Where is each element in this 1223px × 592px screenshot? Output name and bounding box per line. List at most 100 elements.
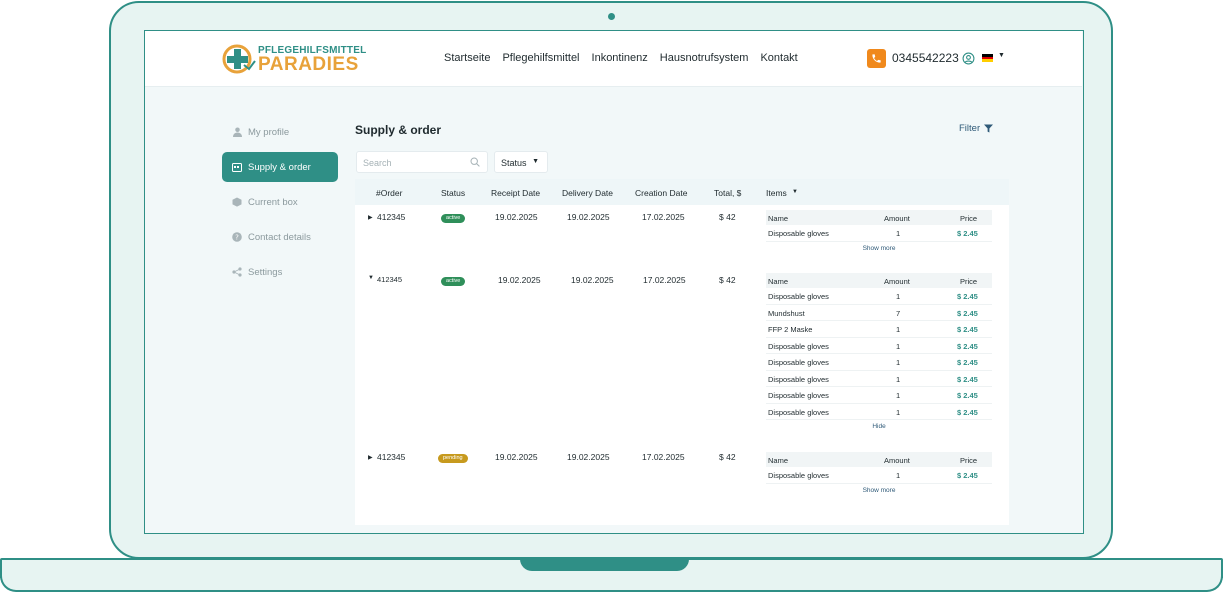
item-name: Disposable gloves	[768, 341, 829, 351]
item-price: $ 2.45	[957, 358, 978, 367]
col-total: Total, $	[714, 188, 742, 198]
item-price: $ 2.45	[957, 308, 978, 318]
col-status: Status	[441, 188, 466, 198]
order-id: 412345	[377, 452, 406, 462]
creation-date: 17.02.2025	[642, 452, 685, 462]
sidebar-item-my-profile[interactable]: My profile	[222, 117, 338, 147]
status-dropdown[interactable]: Status ▼	[494, 151, 548, 173]
sidebar-item-current-box[interactable]: Current box	[222, 187, 338, 217]
sidebar-item-label: Supply & order	[248, 161, 311, 173]
col-items[interactable]: Items	[766, 188, 787, 198]
item-amount: 1	[896, 407, 901, 417]
items-col-price: Price	[960, 456, 978, 465]
hide-link[interactable]: Hide	[766, 423, 992, 430]
item-price: $ 2.45	[957, 341, 978, 351]
items-col-name: Name	[768, 214, 789, 223]
item-price: $ 2.45	[957, 471, 978, 480]
item-price: $ 2.45	[957, 229, 978, 238]
item-name: Disposable gloves	[768, 292, 829, 301]
item-price: $ 2.45	[957, 292, 978, 301]
filter-label: Filter	[959, 123, 981, 134]
search-icon[interactable]	[470, 157, 480, 167]
item-price: $ 2.45	[957, 374, 978, 384]
item-name: Disposable gloves	[768, 471, 829, 480]
account-icon[interactable]	[962, 52, 975, 65]
logo-main-text: PARADIES	[258, 54, 359, 75]
delivery-date: 19.02.2025	[571, 275, 614, 285]
user-icon	[232, 127, 242, 137]
receipt-date: 19.02.2025	[495, 212, 538, 222]
phone-number[interactable]: 0345542223	[892, 51, 959, 65]
phone-button[interactable]	[867, 49, 886, 68]
item-row: Disposable gloves 1 $ 2.45	[766, 371, 992, 387]
nav-hausnotrufsystem[interactable]: Hausnotrufsystem	[660, 52, 749, 64]
screen: PFLEGEHILFSMITTEL PARADIES Startseite Pf…	[144, 30, 1084, 534]
collapse-row-icon[interactable]: ▼	[368, 275, 374, 281]
show-more-link[interactable]: Show more	[766, 487, 992, 494]
col-order: #Order	[376, 188, 403, 198]
nav-kontakt[interactable]: Kontakt	[760, 52, 797, 64]
item-row: FFP 2 Maske 1 $ 2.45	[766, 321, 992, 338]
col-delivery-date: Delivery Date	[562, 188, 614, 198]
item-amount: 1	[896, 391, 901, 400]
item-amount: 1	[896, 292, 901, 301]
order-total: $ 42	[719, 452, 736, 462]
items-col-amount: Amount	[884, 456, 910, 465]
item-amount: 1	[896, 341, 901, 351]
sidebar-item-settings[interactable]: Settings	[222, 257, 338, 287]
item-price: $ 2.45	[957, 325, 978, 334]
site-header: PFLEGEHILFSMITTEL PARADIES Startseite Pf…	[145, 31, 1082, 87]
col-creation-date: Creation Date	[635, 188, 688, 198]
search-input[interactable]: Search	[356, 151, 488, 173]
orders-table: #Order Status Receipt Date Delivery Date…	[355, 179, 1009, 525]
phone-icon	[872, 54, 881, 63]
expand-row-icon[interactable]: ▶	[368, 214, 373, 221]
item-row: Mundshust 7 $ 2.45	[766, 305, 992, 321]
nav-pflegehilfsmittel[interactable]: Pflegehilfsmittel	[502, 52, 579, 64]
order-total: $ 42	[719, 275, 736, 285]
account-sidebar: My profile Supply & order Current box ? …	[222, 117, 338, 292]
main-nav: Startseite Pflegehilfsmittel Inkontinenz…	[444, 52, 798, 64]
sidebar-item-supply-order[interactable]: Supply & order	[222, 152, 338, 182]
item-row: Disposable gloves 1 $ 2.45	[766, 387, 992, 404]
item-amount: 1	[896, 471, 901, 480]
items-header: Name Amount Price	[766, 452, 992, 467]
item-row: Disposable gloves 1 $ 2.45	[766, 404, 992, 420]
item-name: Disposable gloves	[768, 358, 829, 367]
item-name: Disposable gloves	[768, 229, 829, 238]
item-row: Disposable gloves 1 $ 2.45	[766, 225, 992, 242]
expand-row-icon[interactable]: ▶	[368, 454, 373, 461]
chevron-down-icon[interactable]: ▼	[792, 189, 798, 195]
calendar-icon	[232, 162, 242, 172]
items-header: Name Amount Price	[766, 273, 992, 288]
share-icon	[232, 267, 242, 277]
filter-button[interactable]: Filter	[959, 123, 994, 134]
logo-cross-icon	[222, 44, 256, 74]
sidebar-item-contact-details[interactable]: ? Contact details	[222, 222, 338, 252]
item-name: Disposable gloves	[768, 391, 829, 400]
brand-logo[interactable]: PFLEGEHILFSMITTEL PARADIES	[222, 43, 366, 75]
box-icon	[232, 197, 242, 207]
svg-text:?: ?	[235, 234, 239, 242]
sidebar-item-label: My profile	[248, 126, 290, 138]
filter-icon	[984, 124, 994, 133]
chevron-down-icon[interactable]: ▼	[998, 52, 1005, 59]
items-subtable: Name Amount Price Disposable gloves 1 $ 2.…	[766, 273, 992, 430]
nav-startseite[interactable]: Startseite	[444, 52, 490, 64]
show-more-link[interactable]: Show more	[766, 245, 992, 252]
item-price: $ 2.45	[957, 407, 978, 417]
delivery-date: 19.02.2025	[567, 452, 610, 462]
item-row: Disposable gloves 1 $ 2.45	[766, 288, 992, 305]
items-subtable: Name Amount Price Disposable gloves 1 $ …	[766, 210, 992, 252]
status-badge: active	[441, 214, 466, 223]
receipt-date: 19.02.2025	[495, 452, 538, 462]
sidebar-item-label: Current box	[248, 196, 298, 208]
items-col-price: Price	[960, 214, 978, 223]
laptop-mockup: PFLEGEHILFSMITTEL PARADIES Startseite Pf…	[0, 0, 1223, 592]
nav-inkontinenz[interactable]: Inkontinenz	[592, 52, 648, 64]
item-amount: 1	[896, 229, 901, 238]
language-flag-icon[interactable]	[982, 54, 993, 63]
search-placeholder: Search	[363, 158, 392, 168]
sidebar-item-label: Settings	[248, 266, 283, 278]
items-header: Name Amount Price	[766, 210, 992, 225]
